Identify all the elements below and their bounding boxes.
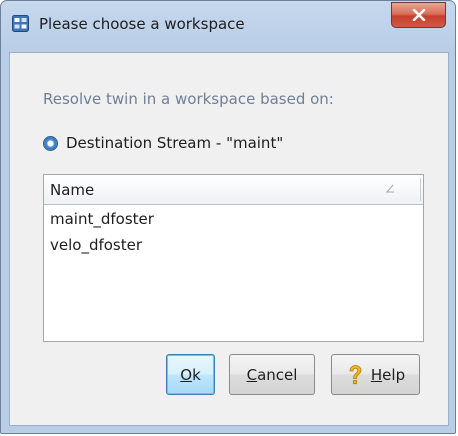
help-icon	[349, 364, 362, 384]
workspace-table: Name maint_dfoster velo_dfoster	[43, 174, 424, 342]
window-title: Please choose a workspace	[39, 15, 245, 33]
workspace-icon	[12, 15, 29, 32]
sort-indicator-icon	[386, 184, 394, 193]
help-mnemonic: H	[370, 365, 383, 384]
dialog-content: Resolve twin in a workspace based on: De…	[9, 52, 449, 426]
column-divider[interactable]	[420, 178, 421, 201]
ok-label-rest: k	[192, 365, 201, 384]
close-button[interactable]	[391, 2, 446, 28]
destination-stream-option[interactable]: Destination Stream - "maint"	[43, 132, 283, 154]
close-icon	[412, 9, 425, 21]
destination-stream-label: Destination Stream - "maint"	[66, 134, 284, 152]
name-column-header[interactable]: Name	[44, 175, 423, 205]
cancel-mnemonic: C	[246, 365, 258, 384]
ok-mnemonic: O	[180, 365, 193, 384]
ok-button[interactable]: Ok	[166, 354, 215, 395]
cancel-label-rest: ancel	[257, 365, 298, 384]
workspace-row[interactable]: maint_dfoster	[44, 206, 423, 232]
help-button[interactable]: Help	[331, 354, 420, 395]
cancel-button[interactable]: Cancel	[229, 354, 315, 395]
workspace-row[interactable]: velo_dfoster	[44, 232, 423, 258]
title-bar[interactable]: Please choose a workspace	[1, 1, 455, 59]
dialog-window: Please choose a workspace Resolve twin i…	[0, 0, 456, 434]
resolve-prompt: Resolve twin in a workspace based on:	[43, 90, 334, 108]
column-header-label: Name	[50, 181, 95, 199]
radio-button-selected[interactable]	[43, 135, 58, 151]
help-label-rest: elp	[382, 365, 406, 384]
